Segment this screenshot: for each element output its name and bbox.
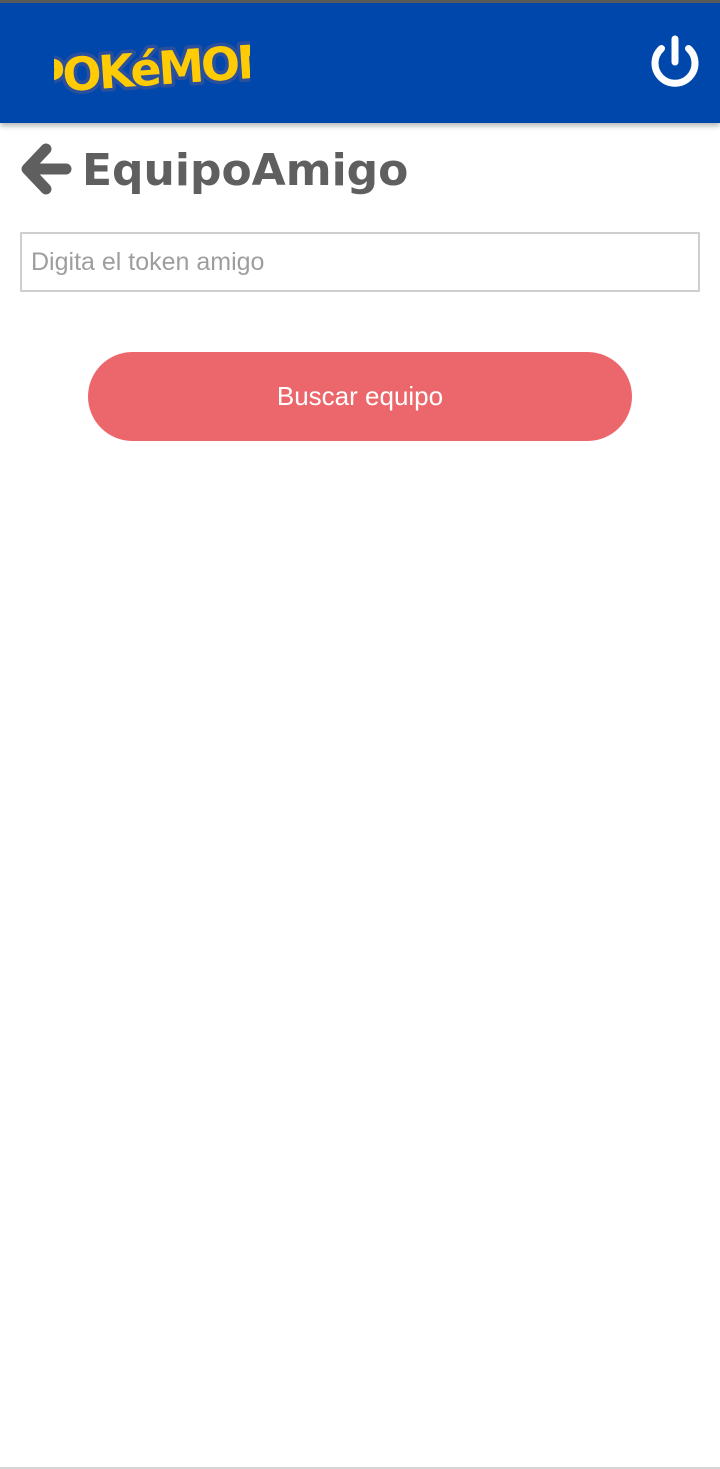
page-title: EquipoAmigo [82, 145, 409, 196]
token-input[interactable] [20, 232, 700, 292]
power-icon [644, 31, 706, 93]
app-bar: POKéMON [0, 3, 720, 123]
pokemon-logo: POKéMON [54, 27, 250, 103]
back-button[interactable] [20, 141, 74, 201]
logout-button[interactable] [644, 31, 706, 93]
friend-team-screen: POKéMON EquipoAmigo Buscar equipo [0, 0, 720, 1469]
search-team-button[interactable]: Buscar equipo [88, 352, 632, 441]
svg-text:POKéMON: POKéMON [54, 34, 250, 103]
arrow-left-icon [20, 141, 72, 201]
title-row: EquipoAmigo [20, 138, 408, 204]
